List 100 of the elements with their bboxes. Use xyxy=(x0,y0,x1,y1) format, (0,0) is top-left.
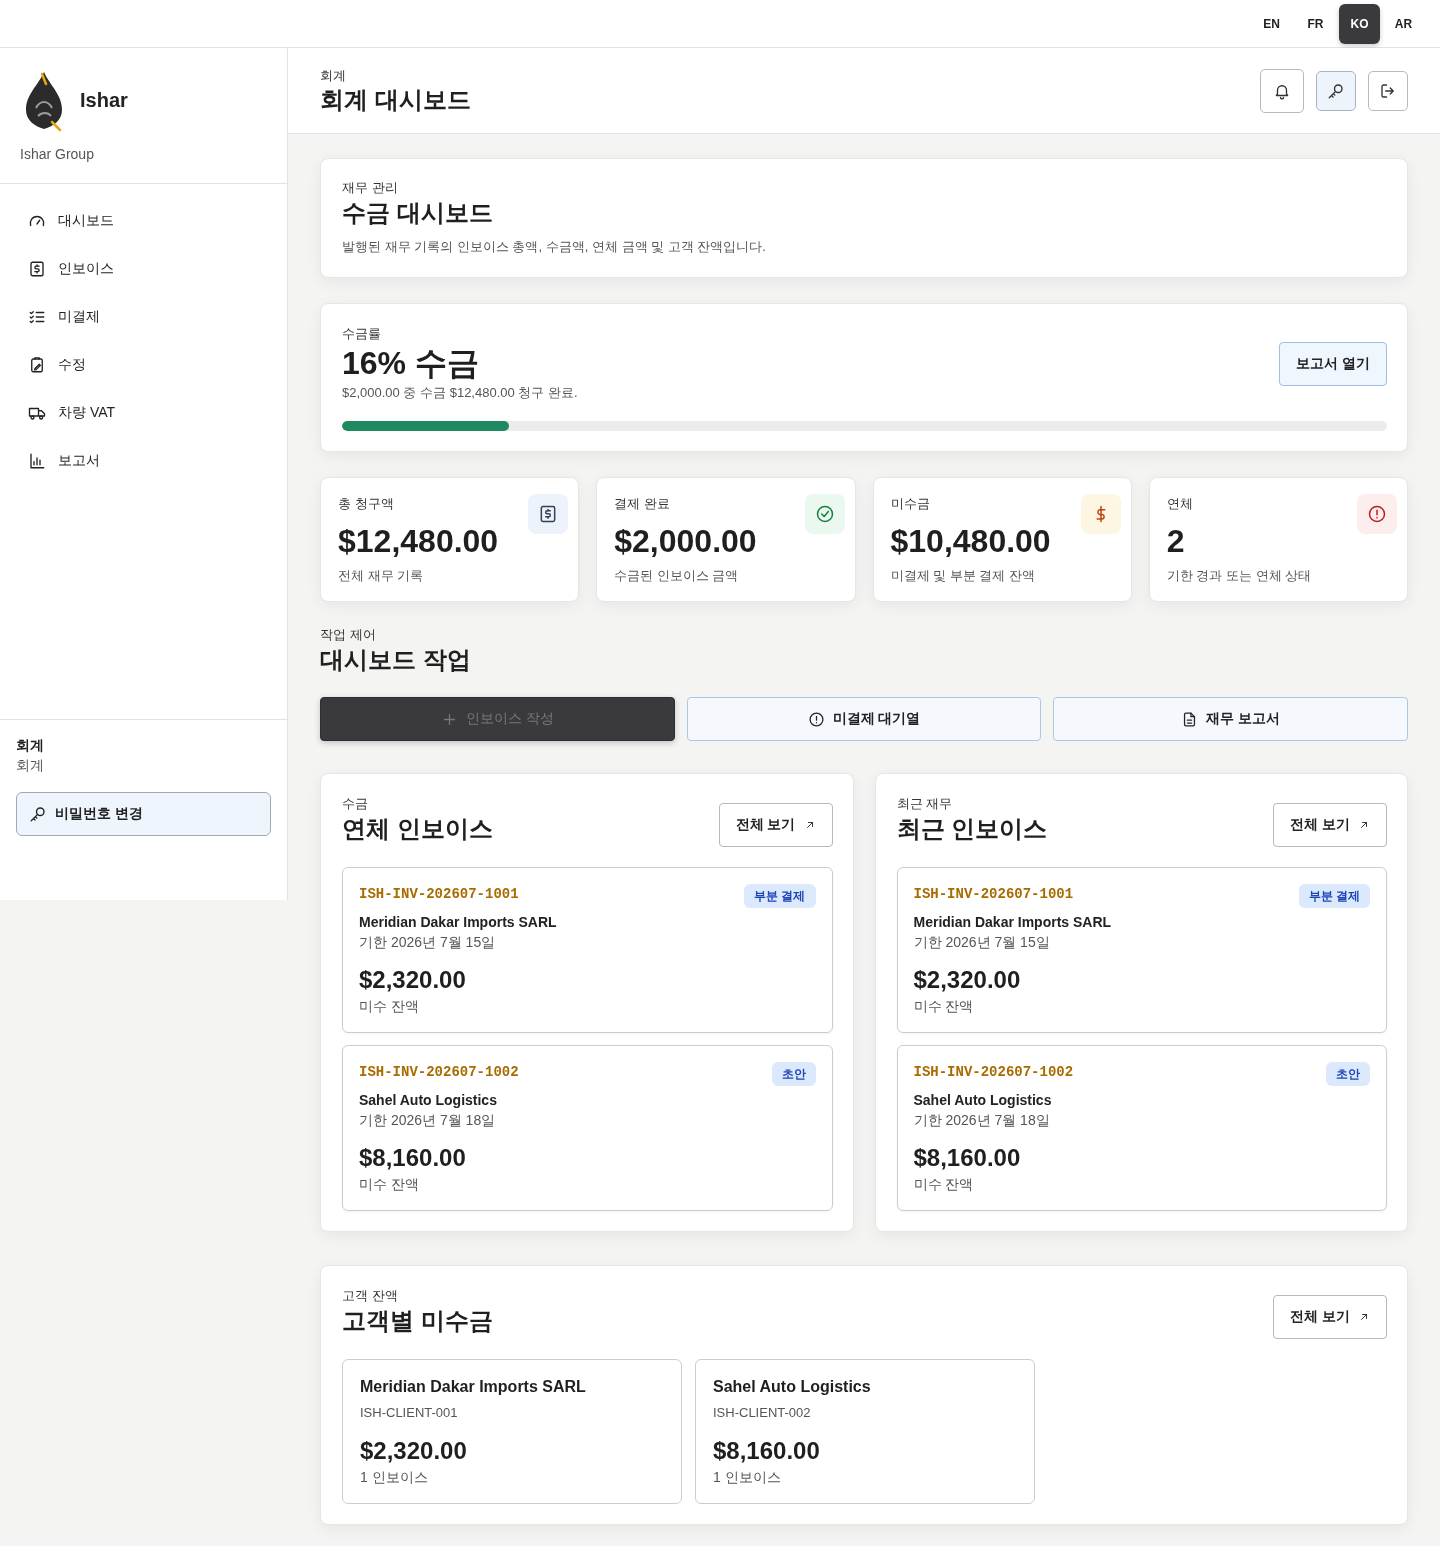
card-title: 수금 대시보드 xyxy=(342,198,494,228)
alert-icon xyxy=(1357,494,1397,534)
section-eyebrow: 고객 잔액 xyxy=(342,1287,399,1305)
stat-label: 결제 완료 xyxy=(614,495,671,513)
status-badge: 초안 xyxy=(1326,1062,1370,1086)
user-department: 회계 xyxy=(16,756,45,775)
open-report-button[interactable]: 보고서 열기 xyxy=(1279,342,1387,386)
due-date: 기한 2026년 7월 15일 xyxy=(359,933,497,952)
due-date: 기한 2026년 7월 18일 xyxy=(359,1111,497,1130)
status-badge: 초안 xyxy=(771,1062,816,1086)
stat-label: 연체 xyxy=(1166,495,1194,513)
language-tab[interactable]: FR xyxy=(1295,3,1336,44)
stat-value: $2,000.00 xyxy=(614,522,757,561)
nav-item[interactable]: 대시보드 xyxy=(0,197,287,245)
language-tab[interactable]: EN xyxy=(1251,3,1292,44)
status-badge: 부분 결제 xyxy=(1298,884,1370,908)
arrow-up-right-icon xyxy=(1358,819,1370,831)
arrow-up-right-icon xyxy=(1358,1311,1370,1323)
collection-rate-title: 16% 수금 xyxy=(342,344,480,383)
nav-item[interactable]: 보고서 xyxy=(0,437,287,485)
section-title: 대시보드 작업 xyxy=(320,645,472,675)
invoice-card[interactable]: ISH-INV-202607-1001 부분 결제 Meridian Dakar Imports SARL 기한 2026년 7월 15일 $2,320.00 미수 잔액 xyxy=(342,867,833,1033)
invoice-number: ISH-INV-202607-1001 xyxy=(913,885,1074,904)
view-all-button[interactable]: 전체 보기 xyxy=(1273,1295,1387,1339)
section-eyebrow: 수금률 xyxy=(342,325,382,343)
view-all-button[interactable]: 전체 보기 xyxy=(1273,803,1387,847)
breadcrumb: 회계 xyxy=(320,66,347,85)
section-eyebrow: 재무 관리 xyxy=(342,179,399,197)
panel-title: 최근 인보이스 xyxy=(896,814,1048,844)
action-button[interactable]: 미결제 대기열 xyxy=(686,697,1042,741)
amount-label: 미수 잔액 xyxy=(913,997,975,1016)
due-date: 기한 2026년 7월 15일 xyxy=(913,933,1051,952)
section-eyebrow: 최근 재무 xyxy=(896,795,954,813)
invoice-number: ISH-INV-202607-1001 xyxy=(359,885,519,904)
change-password-button[interactable]: 비밀번호 변경 xyxy=(16,792,271,836)
client-name: Meridian Dakar Imports SARL xyxy=(360,1377,587,1397)
brand-subtitle: Ishar Group xyxy=(20,145,95,164)
stat-value: 2 xyxy=(1166,522,1186,561)
receipt-icon xyxy=(528,494,569,534)
invoice-card[interactable]: ISH-INV-202607-1001 부분 결제 Meridian Dakar Imports SARL 기한 2026년 7월 15일 $2,320.00 미수 잔액 xyxy=(896,867,1387,1033)
stat-note: 수금된 인보이스 금액 xyxy=(614,567,740,585)
view-all-button[interactable]: 전체 보기 xyxy=(718,803,833,847)
status-badge: 부분 결제 xyxy=(744,884,816,908)
nav-item[interactable]: 차량 VAT xyxy=(0,389,287,437)
language-tab[interactable]: AR xyxy=(1383,3,1424,44)
amount-label: 미수 잔액 xyxy=(359,1175,420,1194)
stat-value: $12,480.00 xyxy=(338,522,499,561)
invoice-count: 1 인보이스 xyxy=(713,1468,782,1487)
action-button[interactable]: 재무 보고서 xyxy=(1053,697,1408,741)
nav-item[interactable]: 미결제 xyxy=(0,293,287,341)
client-card[interactable]: Meridian Dakar Imports SARL ISH-CLIENT-001 $2,320.00 1 인보이스 xyxy=(342,1359,682,1504)
client-id: ISH-CLIENT-001 xyxy=(360,1404,459,1422)
client-name: Sahel Auto Logistics xyxy=(913,1091,1053,1110)
panel-title: 고객별 미수금 xyxy=(342,1306,493,1336)
dollar-icon xyxy=(1080,494,1121,534)
card-description: 발행된 재무 기록의 인보이스 총액, 수금액, 연체 금액 및 고객 잔액입니다. xyxy=(342,238,767,256)
stat-label: 총 청구액 xyxy=(338,495,395,513)
brand-name: Ishar xyxy=(80,88,128,112)
page-title: 회계 대시보드 xyxy=(320,84,471,115)
alert-icon xyxy=(807,710,825,728)
nav-item[interactable]: 수정 xyxy=(0,341,287,389)
stat-note: 전체 재무 기록 xyxy=(338,567,425,585)
stat-value: $10,480.00 xyxy=(890,522,1051,561)
notification-button[interactable] xyxy=(1260,68,1304,113)
key-button[interactable] xyxy=(1316,70,1356,111)
bar-chart-icon xyxy=(28,452,46,470)
stat-note: 미결제 및 부분 결제 잔액 xyxy=(890,567,1036,585)
section-eyebrow: 수금 xyxy=(342,795,369,813)
clipboard-icon xyxy=(28,356,46,374)
client-name: Sahel Auto Logistics xyxy=(359,1091,498,1110)
invoice-amount: $8,160.00 xyxy=(913,1143,1022,1173)
client-name: Meridian Dakar Imports SARL xyxy=(359,913,558,932)
language-tab[interactable]: KO xyxy=(1339,3,1380,44)
due-date: 기한 2026년 7월 18일 xyxy=(913,1111,1051,1130)
client-card[interactable]: Sahel Auto Logistics ISH-CLIENT-002 $8,160.00 1 인보이스 xyxy=(695,1359,1035,1504)
invoice-number: ISH-INV-202607-1002 xyxy=(359,1063,519,1082)
key-icon xyxy=(1327,81,1345,100)
amount-label: 미수 잔액 xyxy=(913,1175,975,1194)
client-name: Meridian Dakar Imports SARL xyxy=(913,913,1113,932)
stat-note: 기한 경과 또는 연체 상태 xyxy=(1166,567,1312,585)
invoice-number: ISH-INV-202607-1002 xyxy=(913,1063,1074,1082)
invoice-amount: $2,320.00 xyxy=(359,965,467,995)
invoice-count: 1 인보이스 xyxy=(360,1468,429,1487)
section-eyebrow: 작업 제어 xyxy=(320,626,377,644)
logout-button[interactable] xyxy=(1368,70,1408,111)
collection-summary: $2,000.00 중 수금 $12,480.00 청구 완료. xyxy=(342,384,578,402)
client-id: ISH-CLIENT-002 xyxy=(713,1404,812,1422)
invoice-card[interactable]: ISH-INV-202607-1002 초안 Sahel Auto Logistics 기한 2026년 7월 18일 $8,160.00 미수 잔액 xyxy=(896,1045,1387,1211)
invoice-card[interactable]: ISH-INV-202607-1002 초안 Sahel Auto Logistics 기한 2026년 7월 18일 $8,160.00 미수 잔액 xyxy=(342,1045,833,1211)
nav-item[interactable]: 인보이스 xyxy=(0,245,287,293)
amount-label: 미수 잔액 xyxy=(359,997,420,1016)
receipt-icon xyxy=(28,260,46,278)
panel-title: 연체 인보이스 xyxy=(342,814,493,844)
invoice-amount: $8,160.00 xyxy=(359,1143,467,1173)
client-amount: $2,320.00 xyxy=(360,1436,468,1466)
user-role: 회계 xyxy=(16,736,45,755)
invoice-amount: $2,320.00 xyxy=(913,965,1022,995)
checklist-icon xyxy=(28,308,46,326)
logout-icon xyxy=(1379,81,1397,100)
key-icon xyxy=(29,805,47,823)
